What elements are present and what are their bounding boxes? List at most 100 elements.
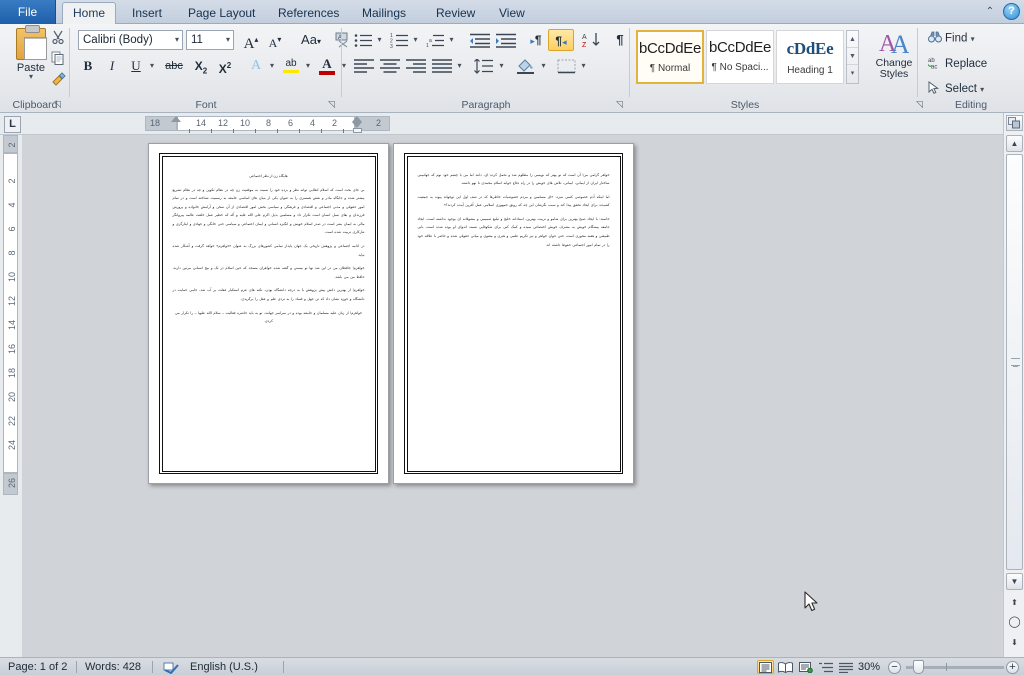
- view-outline-button[interactable]: [817, 660, 834, 674]
- chevron-down-icon[interactable]: ▾: [226, 31, 230, 49]
- tab-insert[interactable]: Insert: [122, 2, 172, 24]
- tab-mailings[interactable]: Mailings: [352, 2, 416, 24]
- sort-button[interactable]: AZ: [580, 30, 604, 50]
- bold-button[interactable]: B: [78, 56, 98, 76]
- chevron-down-icon[interactable]: ▾: [175, 31, 179, 49]
- style-item-heading-1[interactable]: cDdEe Heading 1: [776, 30, 844, 84]
- line-spacing-button[interactable]: [472, 56, 496, 76]
- scroll-up-button[interactable]: ▲: [1006, 135, 1023, 152]
- view-web-layout-button[interactable]: [797, 660, 814, 674]
- numbering-button[interactable]: 123: [388, 30, 410, 50]
- view-draft-button[interactable]: [837, 660, 854, 674]
- scrollbar-thumb[interactable]: [1006, 154, 1023, 570]
- replace-button[interactable]: ab ac Replace: [927, 56, 987, 72]
- find-dropdown-arrow-icon[interactable]: ▾: [971, 35, 975, 44]
- increase-indent-button[interactable]: [494, 30, 518, 50]
- next-page-button[interactable]: ⬇: [1006, 635, 1023, 652]
- help-icon[interactable]: ?: [1003, 3, 1020, 20]
- document-page-2[interactable]: خواهر گرامی من! آن است که تو بهتر که نوی…: [393, 143, 634, 484]
- underline-dropdown-arrow-icon[interactable]: ▾: [146, 56, 158, 76]
- italic-button[interactable]: I: [102, 56, 122, 76]
- align-left-button[interactable]: [352, 56, 376, 76]
- underline-button[interactable]: U: [126, 56, 146, 76]
- highlight-dropdown-arrow-icon[interactable]: ▾: [302, 56, 314, 76]
- bullets-button[interactable]: [352, 30, 374, 50]
- proofing-status-icon[interactable]: [162, 660, 180, 675]
- tab-stop-selector[interactable]: L: [4, 116, 21, 133]
- show-formatting-marks-button[interactable]: ¶: [610, 30, 630, 50]
- view-print-layout-button[interactable]: [757, 660, 774, 674]
- styles-scroll-up-button[interactable]: ▲: [847, 31, 858, 48]
- shading-button[interactable]: [514, 56, 538, 76]
- style-item-normal[interactable]: bCcDdEe ¶ Normal: [636, 30, 704, 84]
- tab-page-layout[interactable]: Page Layout: [178, 2, 265, 24]
- tab-view[interactable]: View: [489, 2, 535, 24]
- word-count-status[interactable]: Words: 428: [85, 658, 141, 675]
- document-canvas[interactable]: هایگاه زن از نظر اجتماعی بی جای بحث است …: [22, 135, 1003, 660]
- font-color-button[interactable]: A: [316, 56, 338, 76]
- text-effects-dropdown-arrow-icon[interactable]: ▾: [266, 56, 278, 76]
- highlight-color-button[interactable]: ab: [280, 56, 302, 76]
- format-painter-button[interactable]: [48, 70, 68, 89]
- document-page-1[interactable]: هایگاه زن از نظر اجتماعی بی جای بحث است …: [148, 143, 389, 484]
- zoom-level-label[interactable]: 30%: [858, 658, 880, 675]
- page-2-text[interactable]: خواهر گرامی من! آن است که تو بهتر که نوی…: [418, 165, 610, 250]
- styles-more-button[interactable]: ▾: [847, 65, 858, 82]
- zoom-out-button[interactable]: −: [888, 661, 901, 674]
- left-indent-box[interactable]: [353, 128, 362, 133]
- borders-button[interactable]: [554, 56, 578, 76]
- find-button[interactable]: Find ▾: [928, 31, 975, 46]
- tab-file[interactable]: File: [0, 0, 56, 24]
- grow-font-button[interactable]: A▴: [240, 30, 262, 52]
- shrink-font-button[interactable]: A▾: [264, 30, 286, 50]
- change-case-button[interactable]: Aa▾: [294, 30, 328, 50]
- minimize-ribbon-icon[interactable]: ⌃: [983, 5, 997, 19]
- vertical-ruler[interactable]: 2 2 4 6 8 10 12 14 16 18 20 22 24 26: [0, 135, 22, 660]
- superscript-button[interactable]: X2: [214, 56, 236, 76]
- align-right-button[interactable]: [404, 56, 428, 76]
- previous-page-button[interactable]: ⬆: [1006, 595, 1023, 612]
- decrease-indent-button[interactable]: [468, 30, 492, 50]
- view-ruler-toggle-button[interactable]: [1006, 115, 1023, 131]
- ltr-text-direction-button[interactable]: ▸¶: [524, 30, 548, 50]
- strikethrough-button[interactable]: abc: [162, 56, 186, 76]
- tab-home[interactable]: Home: [62, 2, 116, 25]
- rtl-text-direction-button[interactable]: ¶◂: [548, 29, 574, 51]
- zoom-in-button[interactable]: +: [1006, 661, 1019, 674]
- text-effects-button[interactable]: A: [246, 56, 266, 76]
- select-browse-object-button[interactable]: ◯: [1006, 615, 1023, 632]
- vertical-scrollbar[interactable]: ▲ ▼ ⬆ ◯ ⬇: [1003, 113, 1024, 660]
- line-spacing-dropdown-arrow-icon[interactable]: ▾: [496, 56, 507, 76]
- align-center-button[interactable]: [378, 56, 402, 76]
- styles-scroll-down-button[interactable]: ▼: [847, 48, 858, 65]
- justify-dropdown-arrow-icon[interactable]: ▾: [454, 56, 465, 76]
- page-1-text[interactable]: هایگاه زن از نظر اجتماعی بی جای بحث است …: [173, 174, 365, 326]
- select-dropdown-arrow-icon[interactable]: ▾: [980, 85, 984, 94]
- change-styles-button[interactable]: A A Change Styles: [868, 28, 920, 80]
- cut-button[interactable]: [48, 28, 68, 47]
- paragraph-dialog-launcher[interactable]: ◹: [614, 99, 625, 110]
- font-dialog-launcher[interactable]: ◹: [326, 99, 337, 110]
- bullets-dropdown-arrow-icon[interactable]: ▾: [374, 30, 385, 50]
- select-button[interactable]: Select ▾: [928, 81, 984, 97]
- shading-dropdown-arrow-icon[interactable]: ▾: [538, 56, 549, 76]
- language-status[interactable]: English (U.S.): [190, 658, 258, 675]
- scroll-down-button[interactable]: ▼: [1006, 573, 1023, 590]
- tab-review[interactable]: Review: [426, 2, 485, 24]
- horizontal-ruler[interactable]: L 18 14 12 10 8 6 4 2 2: [0, 113, 1003, 135]
- subscript-button[interactable]: X2: [190, 56, 212, 76]
- zoom-slider-thumb[interactable]: [913, 660, 924, 674]
- tab-references[interactable]: References: [268, 2, 349, 24]
- multilevel-list-button[interactable]: 1a: [424, 30, 446, 50]
- font-name-combo[interactable]: Calibri (Body) ▾: [78, 30, 183, 50]
- borders-dropdown-arrow-icon[interactable]: ▾: [578, 56, 589, 76]
- copy-button[interactable]: [48, 49, 68, 68]
- numbering-dropdown-arrow-icon[interactable]: ▾: [410, 30, 421, 50]
- multilevel-dropdown-arrow-icon[interactable]: ▾: [446, 30, 457, 50]
- font-size-combo[interactable]: 11 ▾: [186, 30, 234, 50]
- view-full-screen-reading-button[interactable]: [777, 660, 794, 674]
- clipboard-dialog-launcher[interactable]: ◹: [52, 99, 63, 110]
- justify-button[interactable]: [430, 56, 454, 76]
- page-number-status[interactable]: Page: 1 of 2: [8, 658, 67, 675]
- first-line-indent-marker[interactable]: [171, 116, 181, 122]
